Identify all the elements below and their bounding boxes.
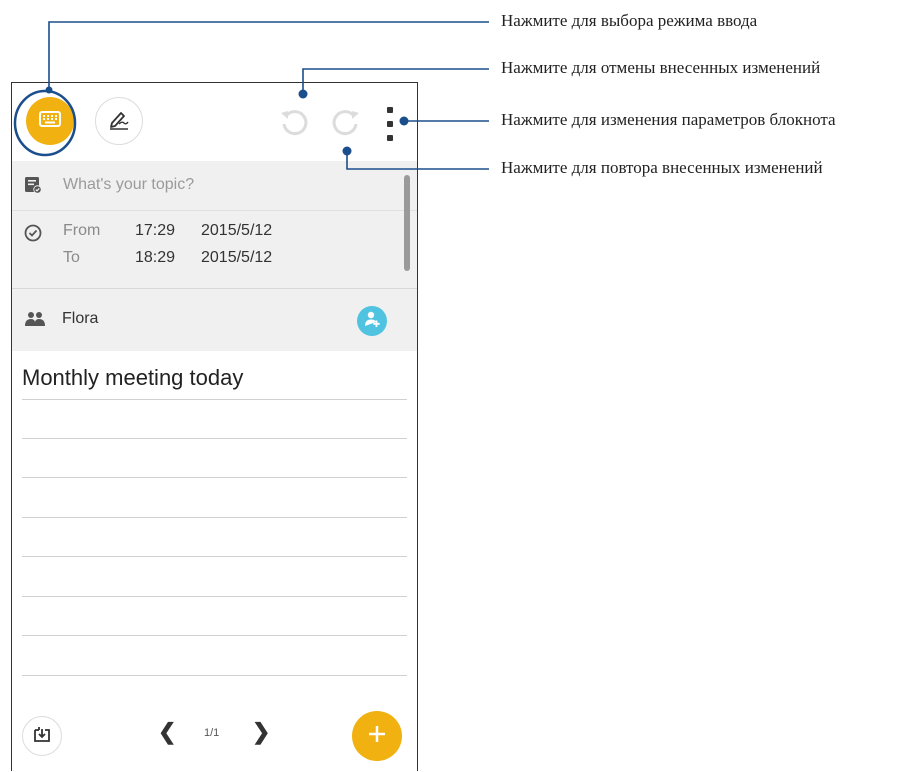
page: What's your topic? From 17:29 2015/5/12 … — [0, 0, 923, 772]
callout-input-mode: Нажмите для выбора режима ввода — [501, 11, 758, 30]
callout-settings: Нажмите для изменения параметров блокнот… — [501, 110, 836, 129]
input-mode-highlight — [13, 89, 77, 157]
callout-line-input-mode — [48, 21, 489, 90]
callout-line-undo — [302, 68, 489, 94]
callout-undo: Нажмите для отмены внесенных изменений — [501, 58, 821, 77]
callout-line-redo — [346, 151, 489, 170]
callout-redo: Нажмите для повтора внесенных изменений — [501, 158, 823, 177]
